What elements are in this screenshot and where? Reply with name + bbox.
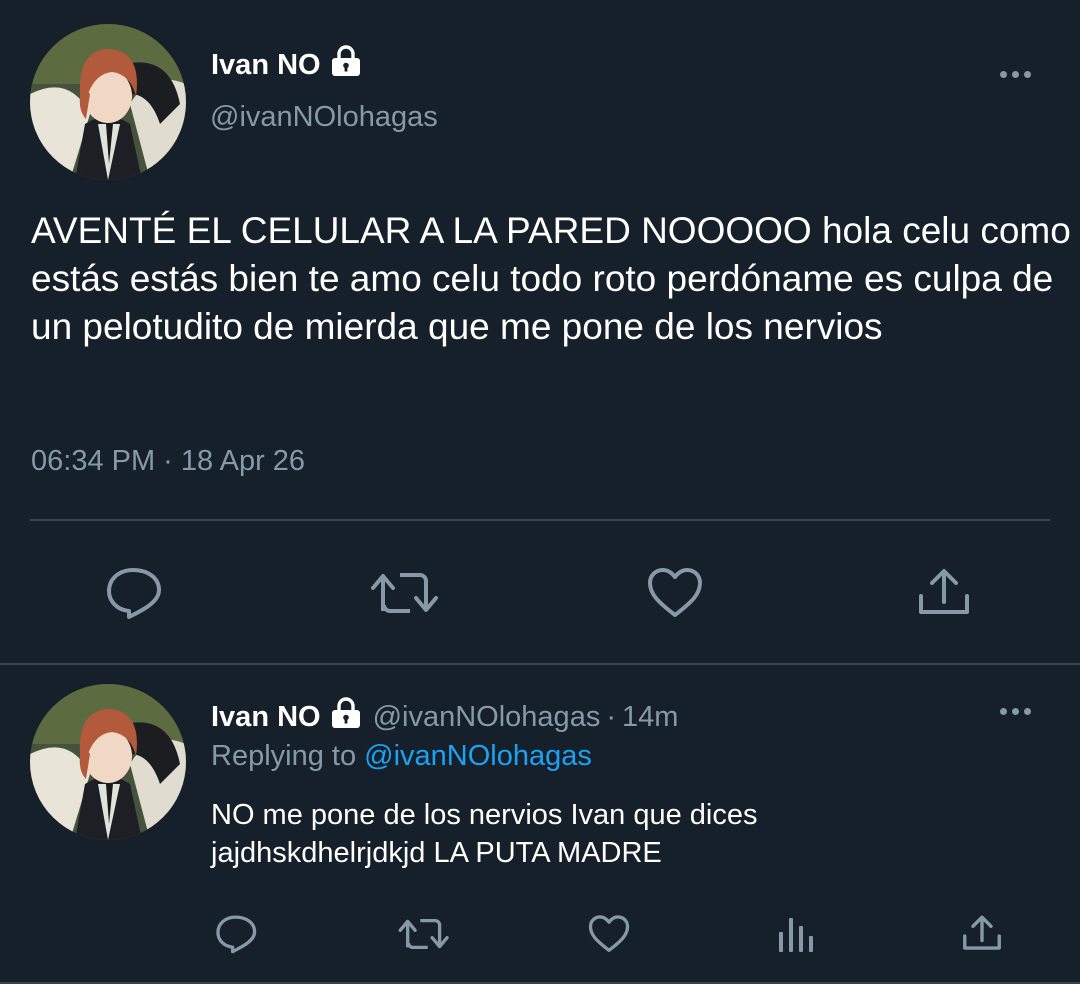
like-icon[interactable]	[587, 914, 631, 954]
more-options-icon[interactable]	[1000, 71, 1031, 78]
like-icon[interactable]	[646, 566, 704, 620]
analytics-icon[interactable]	[776, 914, 816, 954]
reply-header: Ivan NO @ivanNOlohagas · 14m	[211, 696, 678, 738]
share-icon[interactable]	[961, 913, 1003, 953]
share-icon[interactable]	[916, 566, 972, 618]
more-options-icon[interactable]	[1000, 708, 1031, 715]
tweet-divider	[0, 663, 1080, 665]
avatar-image	[30, 684, 186, 840]
reply-author-handle[interactable]: @ivanNOlohagas	[373, 701, 601, 734]
reply-text-line: NO me pone de los nervios Ivan que dices	[211, 799, 758, 831]
reply-icon[interactable]	[105, 566, 165, 620]
lock-icon	[329, 44, 363, 86]
retweet-icon[interactable]	[398, 916, 450, 952]
reply-author-name[interactable]: Ivan NO	[211, 701, 321, 734]
reply-time[interactable]: 14m	[622, 701, 678, 734]
main-tweet: Ivan NO @ivanNOlohagas AVENTÉ EL CELULAR…	[0, 0, 1080, 664]
reply-avatar[interactable]	[30, 684, 186, 840]
replying-to-mention[interactable]: @ivanNOlohagas	[364, 740, 592, 772]
retweet-icon[interactable]	[370, 569, 440, 617]
separator-dot: ·	[606, 700, 616, 733]
author-name-text: Ivan NO	[211, 48, 321, 81]
author-name[interactable]: Ivan NO	[211, 44, 363, 86]
tweet-timestamp[interactable]: 06:34 PM · 18 Apr 26	[31, 445, 305, 478]
avatar[interactable]	[30, 24, 186, 180]
reply-text-line: jajdhskdhelrjdkjd LA PUTA MADRE	[211, 837, 662, 869]
lock-icon	[329, 696, 363, 738]
reply-text: NO me pone de los nervios Ivan que dices…	[211, 796, 1071, 872]
author-handle[interactable]: @ivanNOlohagas	[210, 101, 438, 134]
divider	[30, 519, 1050, 521]
reply-icon[interactable]	[215, 914, 259, 954]
tweet-text: AVENTÉ EL CELULAR A LA PARED NOOOOO hola…	[31, 210, 1071, 347]
avatar-image	[30, 24, 186, 180]
replying-to: Replying to @ivanNOlohagas	[211, 740, 592, 773]
replying-to-label: Replying to	[211, 740, 365, 772]
